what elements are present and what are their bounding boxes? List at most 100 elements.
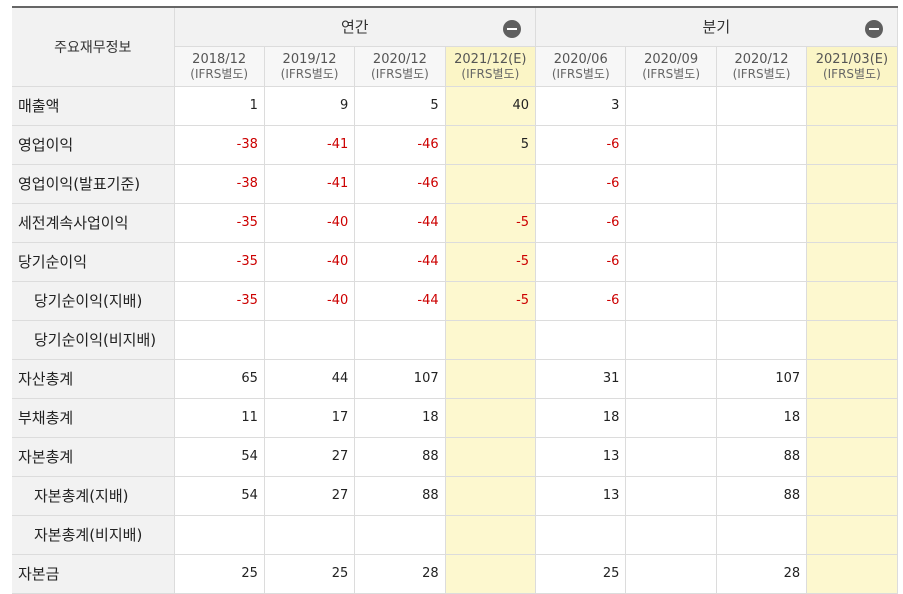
annual-group-header: 연간 (173, 6, 537, 47)
table-row: 매출액 1 9 5 40 3 (12, 85, 898, 126)
period-date: 2018/12 (192, 52, 247, 67)
financial-summary-panel: 주요재무정보 연간 분기 2018/12 (IFRS별도) 2019/12 (IFRS… (12, 6, 898, 594)
table-row: 영업이익(발표기준) -38 -41 -46 -6 (12, 163, 898, 204)
row-label: 자본총계 (12, 436, 175, 477)
value-cell (625, 124, 717, 165)
value-cell: -46 (354, 163, 446, 204)
value-cell: 13 (535, 436, 627, 477)
value-cell (806, 475, 898, 516)
value-cell (715, 241, 808, 282)
value-cell: 27 (263, 436, 356, 477)
value-cell (625, 436, 717, 477)
value-cell: 25 (173, 553, 265, 594)
period-date: 2021/12(E) (454, 52, 527, 67)
value-cell: -6 (535, 280, 627, 321)
value-cell (806, 319, 898, 360)
value-cell: -6 (535, 124, 627, 165)
value-cell: -44 (354, 202, 446, 243)
value-cell: 25 (535, 553, 627, 594)
table-row: 자본금 25 25 28 25 28 (12, 553, 898, 594)
value-cell: 88 (715, 436, 808, 477)
value-cell: -41 (263, 163, 356, 204)
value-cell (715, 124, 808, 165)
value-cell (715, 514, 808, 555)
value-cell (354, 319, 446, 360)
value-cell: 27 (263, 475, 356, 516)
value-cell (806, 202, 898, 243)
value-cell: 107 (715, 358, 808, 399)
quarter-group-title: 분기 (702, 18, 731, 37)
table-row: 영업이익 -38 -41 -46 5 -6 (12, 124, 898, 165)
value-cell: 5 (354, 85, 446, 126)
row-label: 매출액 (12, 85, 175, 126)
value-cell: -41 (263, 124, 356, 165)
value-cell (354, 514, 446, 555)
value-cell (625, 553, 717, 594)
period-standard-note: (IFRS별도) (732, 67, 791, 81)
value-cell (173, 514, 265, 555)
period-standard-note: (IFRS별도) (190, 67, 249, 81)
value-cell (625, 514, 717, 555)
table-row: 부채총계 11 17 18 18 18 (12, 397, 898, 438)
value-cell (806, 241, 898, 282)
value-cell: 25 (263, 553, 356, 594)
value-cell: 9 (263, 85, 356, 126)
value-cell: -5 (444, 241, 537, 282)
period-date: 2020/09 (644, 52, 699, 67)
value-cell: -35 (173, 280, 265, 321)
value-cell (806, 436, 898, 477)
value-cell (625, 163, 717, 204)
collapse-annual-icon[interactable] (503, 20, 522, 38)
value-cell (715, 280, 808, 321)
value-cell: 17 (263, 397, 356, 438)
value-cell (625, 241, 717, 282)
value-cell (535, 319, 627, 360)
quarter-group-header: 분기 (535, 6, 898, 47)
value-cell (444, 163, 537, 204)
value-cell (806, 280, 898, 321)
value-cell: -40 (263, 280, 356, 321)
value-cell: -5 (444, 202, 537, 243)
period-date: 2020/12 (734, 52, 789, 67)
period-standard-note: (IFRS별도) (642, 67, 701, 81)
value-cell: 88 (354, 475, 446, 516)
annual-period-header: 2018/12 (IFRS별도) (173, 45, 265, 87)
table-row: 세전계속사업이익 -35 -40 -44 -5 -6 (12, 202, 898, 243)
period-date: 2020/06 (553, 52, 608, 67)
value-cell: -44 (354, 241, 446, 282)
value-cell (444, 436, 537, 477)
value-cell: -35 (173, 241, 265, 282)
value-cell: -6 (535, 241, 627, 282)
value-cell: -44 (354, 280, 446, 321)
value-cell: -35 (173, 202, 265, 243)
value-cell: -38 (173, 124, 265, 165)
value-cell (444, 397, 537, 438)
row-label: 부채총계 (12, 397, 175, 438)
annual-period-header: 2021/12(E) (IFRS별도) (444, 45, 537, 87)
value-cell (535, 514, 627, 555)
period-standard-note: (IFRS별도) (822, 67, 881, 81)
row-label: 자산총계 (12, 358, 175, 399)
period-date: 2021/03(E) (815, 52, 889, 67)
value-cell (444, 553, 537, 594)
value-cell (444, 319, 537, 360)
value-cell (625, 319, 717, 360)
value-cell: 1 (173, 85, 265, 126)
value-cell (715, 163, 808, 204)
collapse-quarter-icon[interactable] (864, 20, 883, 38)
table-row: 당기순이익(비지배) (12, 319, 898, 360)
value-cell: 54 (173, 475, 265, 516)
row-label: 자본총계(비지배) (12, 514, 175, 555)
row-label: 영업이익(발표기준) (12, 163, 175, 204)
value-cell (625, 358, 717, 399)
quarter-period-header: 2020/06 (IFRS별도) (535, 45, 627, 87)
table-row: 자본총계(지배) 54 27 88 13 88 (12, 475, 898, 516)
value-cell: 3 (535, 85, 627, 126)
value-cell (444, 475, 537, 516)
value-cell: 18 (354, 397, 446, 438)
value-cell: 31 (535, 358, 627, 399)
annual-group-title: 연간 (340, 18, 369, 37)
value-cell (263, 514, 356, 555)
row-label: 자본금 (12, 553, 175, 594)
value-cell (625, 397, 717, 438)
